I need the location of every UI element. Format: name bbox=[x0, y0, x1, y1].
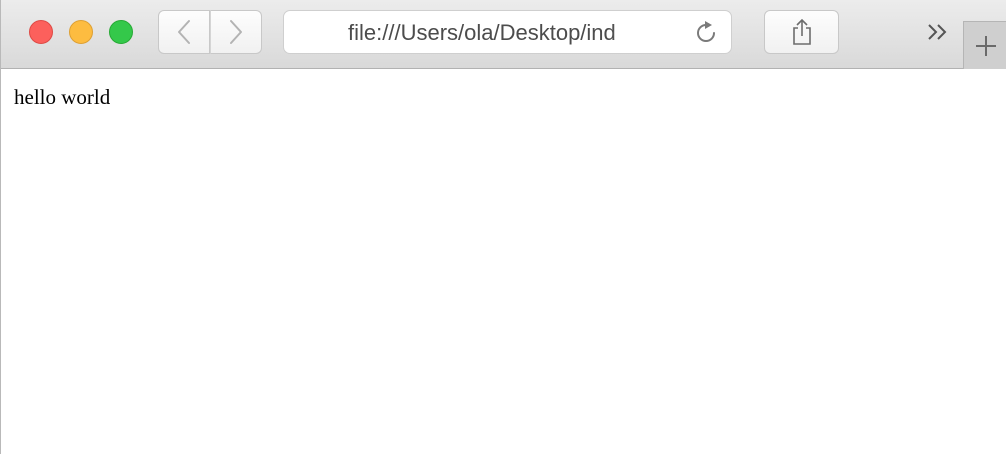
zoom-window-button[interactable] bbox=[109, 20, 133, 44]
more-toolbar-items-button[interactable] bbox=[922, 18, 954, 46]
forward-button[interactable] bbox=[210, 10, 262, 54]
chevron-left-icon bbox=[176, 18, 192, 46]
double-chevron-right-icon bbox=[925, 22, 951, 42]
minimize-window-button[interactable] bbox=[69, 20, 93, 44]
back-button[interactable] bbox=[158, 10, 210, 54]
reload-button[interactable] bbox=[692, 19, 720, 47]
share-icon bbox=[790, 17, 814, 47]
close-window-button[interactable] bbox=[29, 20, 53, 44]
plus-icon bbox=[974, 34, 998, 58]
toolbar: file:///Users/ola/Desktop/ind bbox=[1, 0, 1006, 69]
share-button[interactable] bbox=[764, 10, 839, 54]
page-content: hello world bbox=[1, 69, 1006, 454]
new-tab-button[interactable] bbox=[963, 21, 1006, 69]
address-bar[interactable]: file:///Users/ola/Desktop/ind bbox=[283, 10, 732, 54]
reload-icon bbox=[693, 20, 719, 46]
browser-window: file:///Users/ola/Desktop/ind hello worl… bbox=[0, 0, 1006, 454]
chevron-right-icon bbox=[228, 18, 244, 46]
url-text[interactable]: file:///Users/ola/Desktop/ind bbox=[348, 20, 668, 46]
page-text: hello world bbox=[14, 85, 111, 109]
